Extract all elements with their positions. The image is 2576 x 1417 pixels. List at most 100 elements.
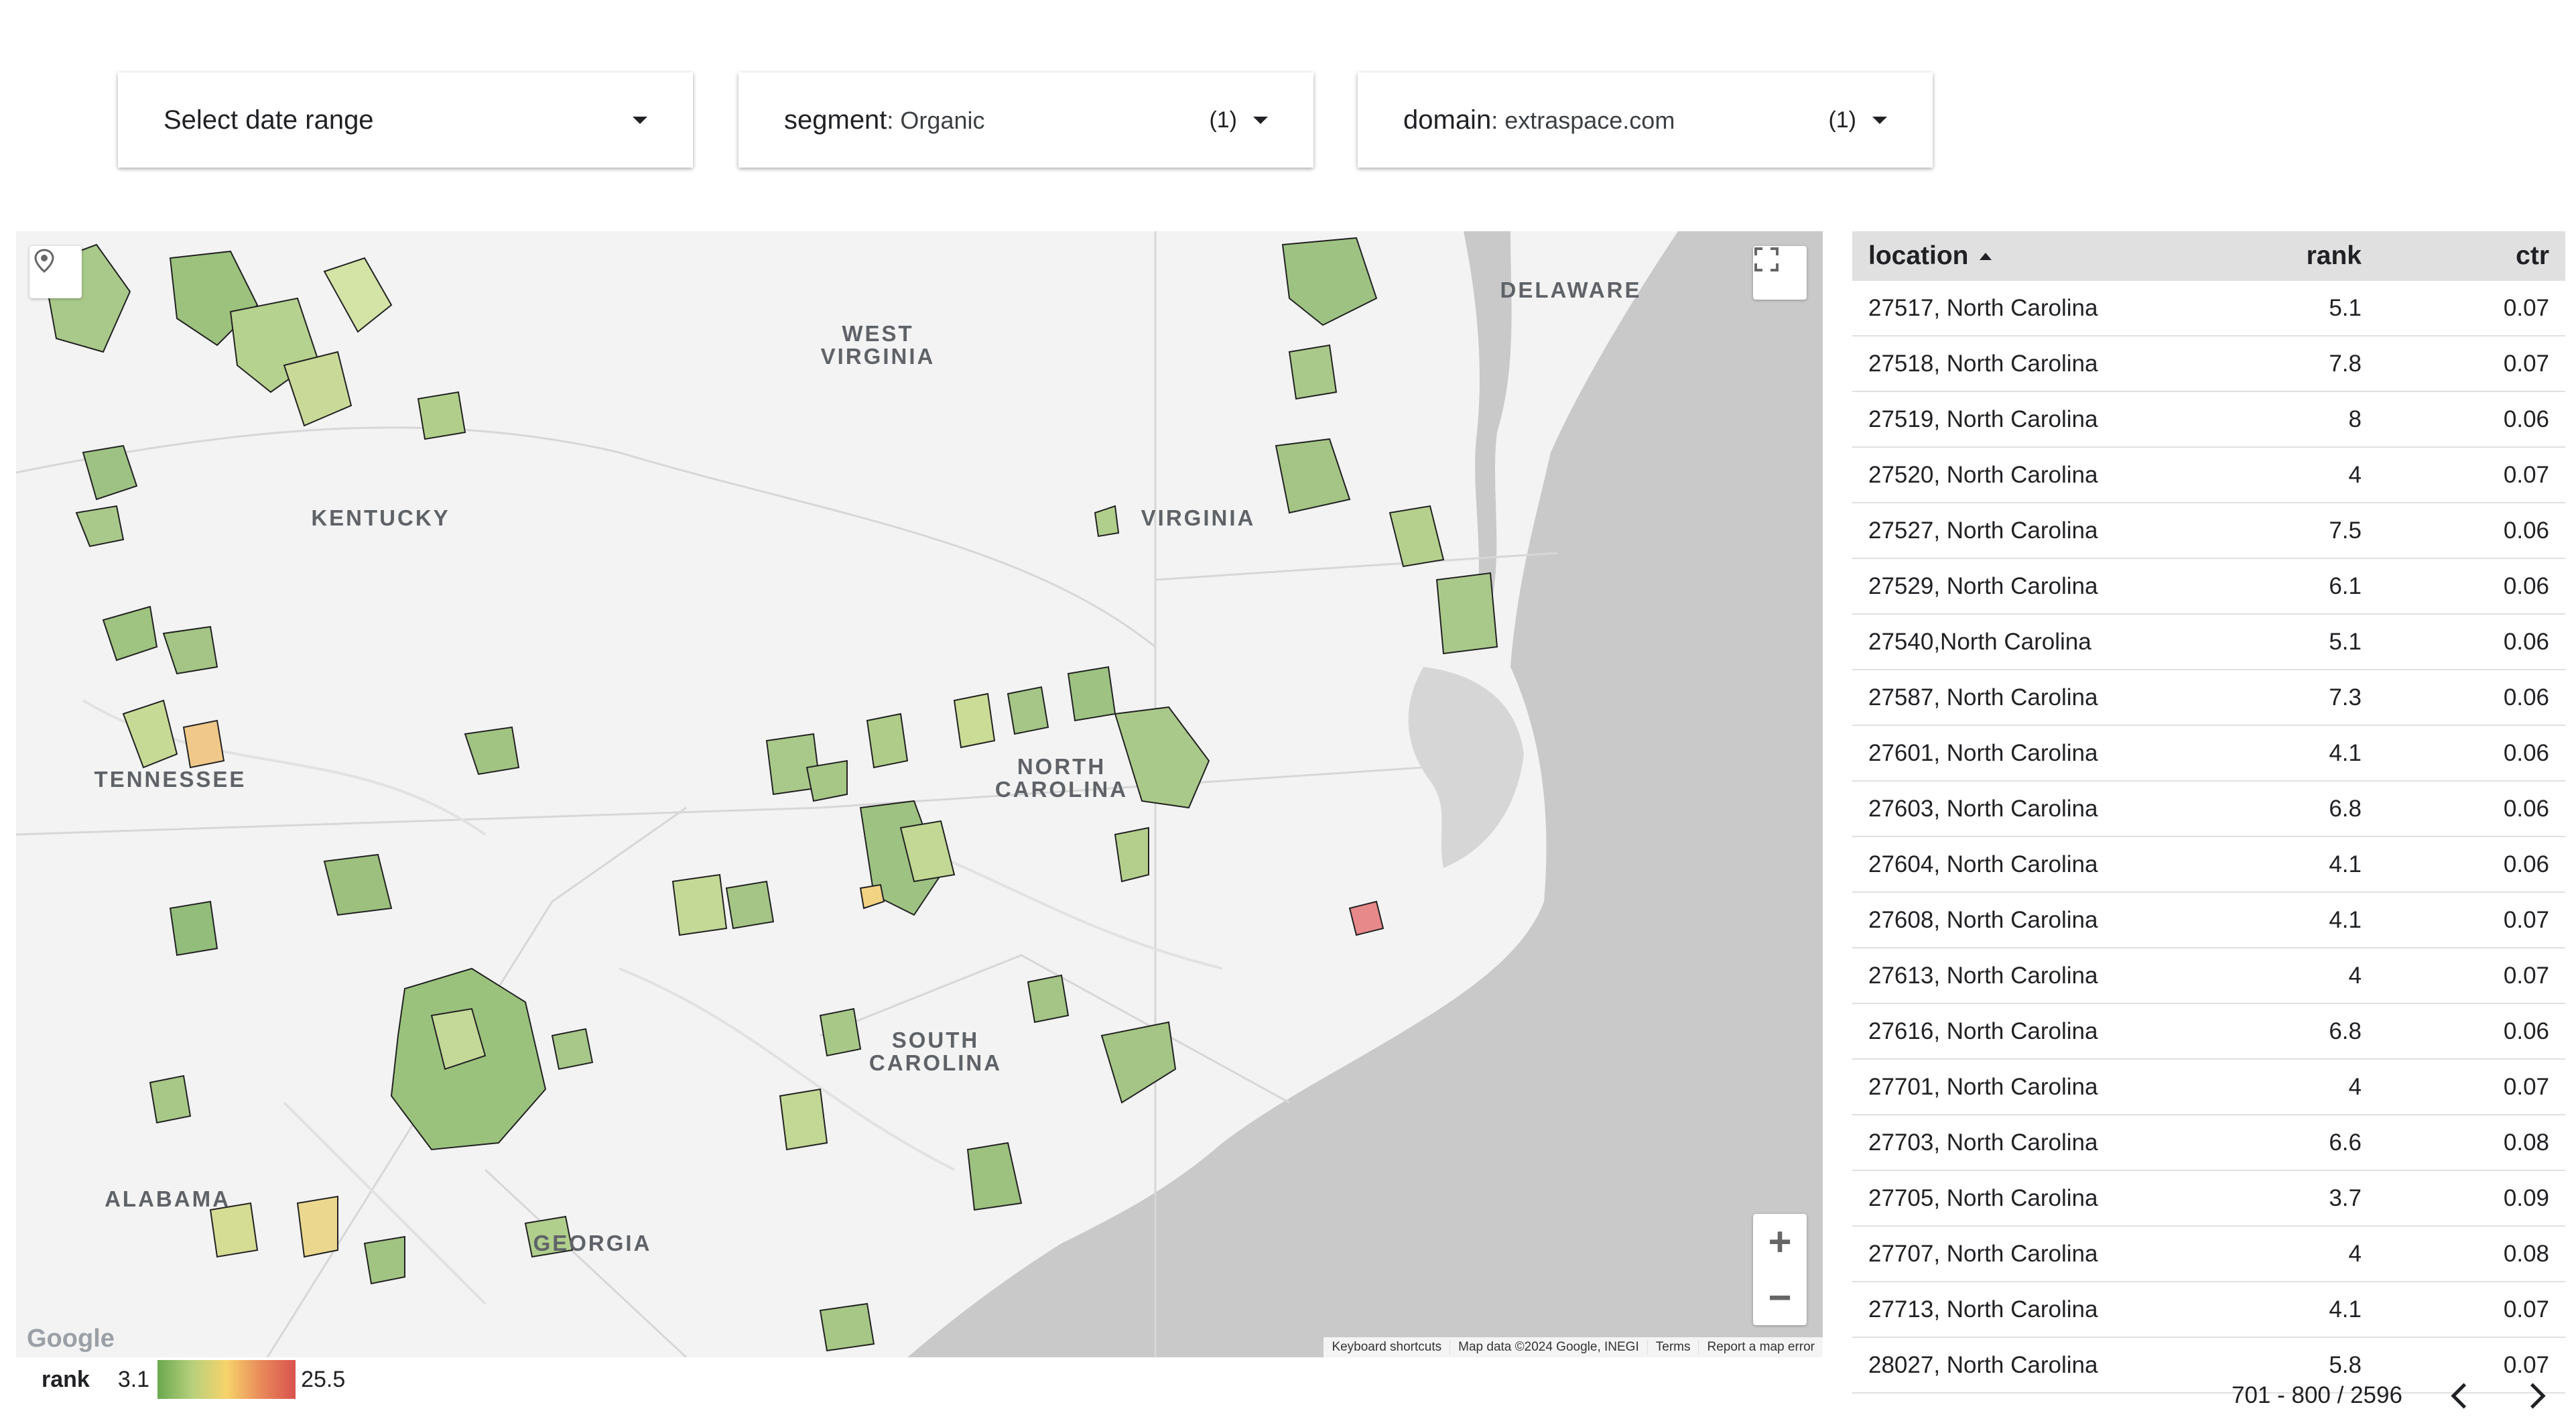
zoom-controls: + − [1753, 1214, 1807, 1325]
table-row[interactable]: 27613, North Carolina 4 0.07 [1852, 948, 2565, 1004]
column-header-rank[interactable]: rank [2201, 241, 2362, 271]
cell-ctr: 0.07 [2503, 461, 2549, 488]
report-error-link[interactable]: Report a map error [1699, 1340, 1823, 1355]
table-row[interactable]: 27604, North Carolina 4.1 0.06 [1852, 837, 2565, 893]
table-row[interactable]: 27608, North Carolina 4.1 0.07 [1852, 893, 2565, 948]
legend-max: 25.5 [301, 1366, 346, 1392]
state-label-tennessee: TENNESSEE [94, 767, 247, 792]
next-page-icon[interactable] [2520, 1382, 2546, 1409]
cell-location: 27707, North Carolina [1868, 1240, 2098, 1267]
table-row[interactable]: 27587, North Carolina 7.3 0.06 [1852, 670, 2565, 726]
cell-rank: 4.1 [2329, 1296, 2362, 1322]
cell-location: 27517, North Carolina [1868, 294, 2098, 321]
region-cluster-tn [122, 699, 178, 769]
table-row[interactable]: 27527, North Carolina 7.5 0.06 [1852, 503, 2565, 559]
terms-link[interactable]: Terms [1648, 1340, 1699, 1355]
table-row[interactable]: 27703, North Carolina 6.6 0.08 [1852, 1115, 2565, 1171]
table-row[interactable]: 27529, North Carolina 6.1 0.06 [1852, 559, 2565, 615]
state-label-north-carolina: NORTH CAROLINA [994, 754, 1129, 802]
table-row[interactable]: 27603, North Carolina 6.8 0.06 [1852, 782, 2565, 837]
region-cluster-ky [75, 505, 125, 548]
column-header-ctr[interactable]: ctr [2362, 241, 2549, 271]
cell-location: 27603, North Carolina [1868, 795, 2098, 822]
cell-ctr: 0.08 [2503, 1240, 2549, 1267]
region-cluster-coast [1348, 900, 1384, 936]
cell-location: 27601, North Carolina [1868, 739, 2098, 766]
region-cluster-tn [162, 625, 218, 675]
region-cluster-nw [323, 257, 393, 333]
region-cluster-sc [1027, 974, 1070, 1024]
cell-location: 27713, North Carolina [1868, 1296, 2098, 1322]
cell-ctr: 0.08 [2503, 1129, 2549, 1156]
cell-ctr: 0.06 [2503, 517, 2549, 544]
cell-location: 27604, North Carolina [1868, 851, 2098, 877]
table-row[interactable]: 27520, North Carolina 4 0.07 [1852, 448, 2565, 503]
color-legend: rank 3.1 25.5 [42, 1359, 345, 1400]
region-cluster-nc [806, 759, 848, 802]
table-row[interactable]: 27707, North Carolina 4 0.08 [1852, 1227, 2565, 1282]
region-cluster-sc [819, 1302, 875, 1352]
region-cluster-nc [1114, 706, 1210, 809]
cell-rank: 6.6 [2329, 1129, 2362, 1156]
fullscreen-button[interactable] [1753, 246, 1807, 300]
domain-label: domain [1403, 105, 1492, 135]
table-body: 27517, North Carolina 5.1 0.07 27518, North… [1852, 281, 2565, 1417]
cell-location: 27518, North Carolina [1868, 350, 2098, 377]
region-cluster-tn [169, 900, 218, 957]
table-row[interactable]: 27705, North Carolina 3.7 0.09 [1852, 1171, 2565, 1227]
region-cluster-sc [1100, 1021, 1177, 1104]
cell-rank: 4.1 [2329, 739, 2362, 766]
locate-me-button[interactable] [29, 246, 82, 298]
segment-label: segment [784, 105, 887, 135]
cell-ctr: 0.06 [2503, 795, 2549, 822]
cell-ctr: 0.09 [2503, 1184, 2549, 1211]
region-cluster-sc [779, 1088, 828, 1151]
cell-location: 27587, North Carolina [1868, 684, 2098, 711]
table-row[interactable]: 27540,North Carolina 5.1 0.06 [1852, 615, 2565, 670]
cell-ctr: 0.06 [2503, 739, 2549, 766]
table-header: location rank ctr [1852, 231, 2565, 281]
cell-location: 27703, North Carolina [1868, 1129, 2098, 1156]
pagination: 701 - 800 / 2596 [2232, 1382, 2567, 1409]
keyboard-shortcuts-link[interactable]: Keyboard shortcuts [1324, 1340, 1451, 1355]
region-cluster-nc [1114, 826, 1149, 883]
region-cluster-atl [551, 1028, 594, 1070]
map-attribution: Keyboard shortcuts Map data ©2024 Google… [1324, 1337, 1823, 1357]
segment-value: : Organic [887, 106, 985, 134]
cell-location: 27608, North Carolina [1868, 906, 2098, 933]
page-range-text: 701 - 800 / 2596 [2232, 1382, 2402, 1408]
choropleth-map[interactable]: WEST VIRGINIA KENTUCKY VIRGINIA DELAWARE … [16, 231, 1823, 1357]
fullscreen-icon [1754, 247, 1779, 271]
table-row[interactable]: 27701, North Carolina 4 0.07 [1852, 1060, 2565, 1115]
segment-filter[interactable]: segment: Organic (1) [738, 72, 1313, 168]
table-row[interactable]: 27601, North Carolina 4.1 0.06 [1852, 726, 2565, 782]
date-range-filter[interactable]: Select date range [118, 72, 693, 168]
domain-filter[interactable]: domain: extraspace.com (1) [1358, 72, 1933, 168]
table-row[interactable]: 27517, North Carolina 5.1 0.07 [1852, 281, 2565, 336]
region-cluster-nc [725, 880, 775, 930]
region-cluster-va [1275, 438, 1351, 514]
table-row[interactable]: 27519, North Carolina 8 0.06 [1852, 392, 2565, 448]
table-row[interactable]: 27518, North Carolina 7.8 0.07 [1852, 336, 2565, 392]
cell-rank: 6.8 [2329, 795, 2362, 822]
state-label-georgia: GEORGIA [533, 1231, 652, 1255]
cell-ctr: 0.07 [2503, 1073, 2549, 1100]
cell-rank: 8 [2348, 406, 2362, 432]
google-logo: Google [27, 1324, 115, 1353]
cell-rank: 7.5 [2329, 517, 2362, 544]
column-header-location[interactable]: location [1868, 241, 2201, 271]
region-cluster-tn [182, 719, 225, 769]
table-row[interactable]: 27616, North Carolina 6.8 0.06 [1852, 1004, 2565, 1060]
dropdown-arrow-icon [1872, 116, 1887, 124]
table-row[interactable]: 27713, North Carolina 4.1 0.07 [1852, 1282, 2565, 1338]
cell-location: 27519, North Carolina [1868, 406, 2098, 432]
cell-ctr: 0.07 [2503, 1296, 2549, 1322]
zoom-out-button[interactable]: − [1768, 1270, 1791, 1325]
cell-rank: 7.3 [2329, 684, 2362, 711]
zoom-in-button[interactable]: + [1768, 1214, 1791, 1270]
cell-location: 27529, North Carolina [1868, 572, 2098, 599]
previous-page-icon[interactable] [2451, 1382, 2477, 1409]
date-range-label: Select date range [164, 105, 374, 135]
dropdown-arrow-icon [633, 116, 647, 124]
region-cluster-al [363, 1235, 405, 1285]
